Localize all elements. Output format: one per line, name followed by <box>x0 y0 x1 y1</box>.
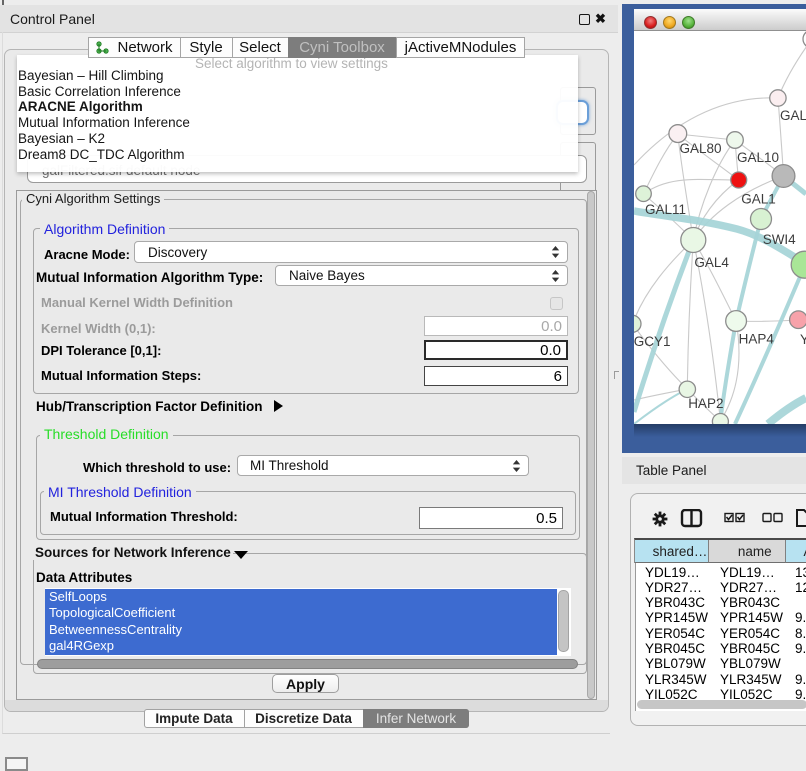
svg-text:Y: Y <box>800 332 806 347</box>
svg-text:GAL: GAL <box>780 108 806 123</box>
svg-text:GAL11: GAL11 <box>645 202 686 217</box>
svg-text:HAP4: HAP4 <box>739 332 775 347</box>
svg-text:SWI4: SWI4 <box>763 232 796 247</box>
svg-text:GAL1: GAL1 <box>741 192 776 207</box>
svg-text:GAL80: GAL80 <box>680 141 722 156</box>
svg-text:HAP2: HAP2 <box>688 396 723 411</box>
svg-text:GCY1: GCY1 <box>634 334 671 349</box>
svg-text:GAL10: GAL10 <box>737 150 779 165</box>
svg-text:GAL4: GAL4 <box>694 255 729 270</box>
